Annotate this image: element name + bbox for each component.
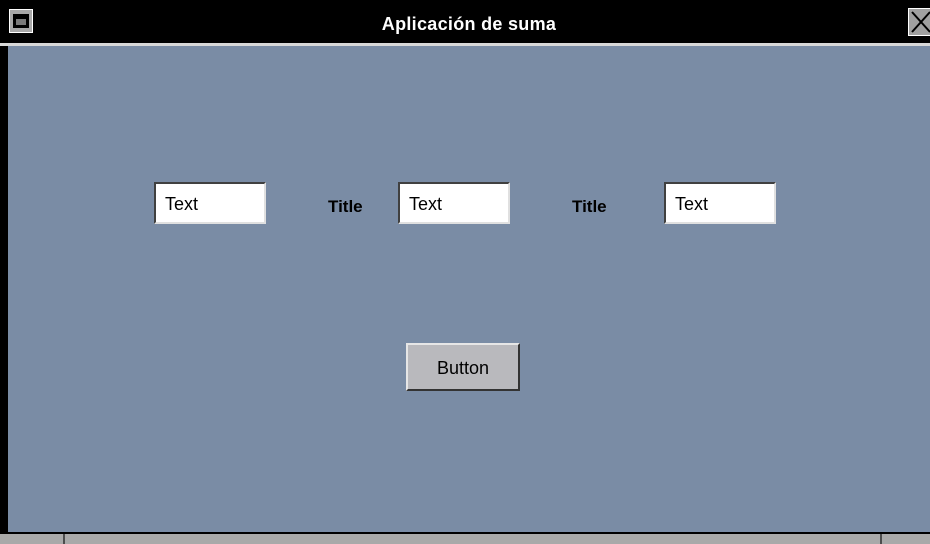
second-number-field[interactable]: Text xyxy=(398,182,510,224)
result-field[interactable]: Text xyxy=(664,182,776,224)
bottom-frame-border[interactable] xyxy=(0,532,930,544)
first-number-field[interactable]: Text xyxy=(154,182,266,224)
window-title: Aplicación de suma xyxy=(381,14,557,34)
sum-button[interactable]: Button xyxy=(406,343,520,391)
app-window: Aplicación de suma Text Title Text Title… xyxy=(0,0,930,544)
close-icon[interactable] xyxy=(908,8,930,36)
frame-corner-right[interactable] xyxy=(880,534,882,544)
title-label-2: Title xyxy=(572,197,607,216)
title-label-1: Title xyxy=(328,197,363,216)
title-bar[interactable]: Aplicación de suma xyxy=(0,0,930,46)
frame-corner-left[interactable] xyxy=(63,534,65,544)
